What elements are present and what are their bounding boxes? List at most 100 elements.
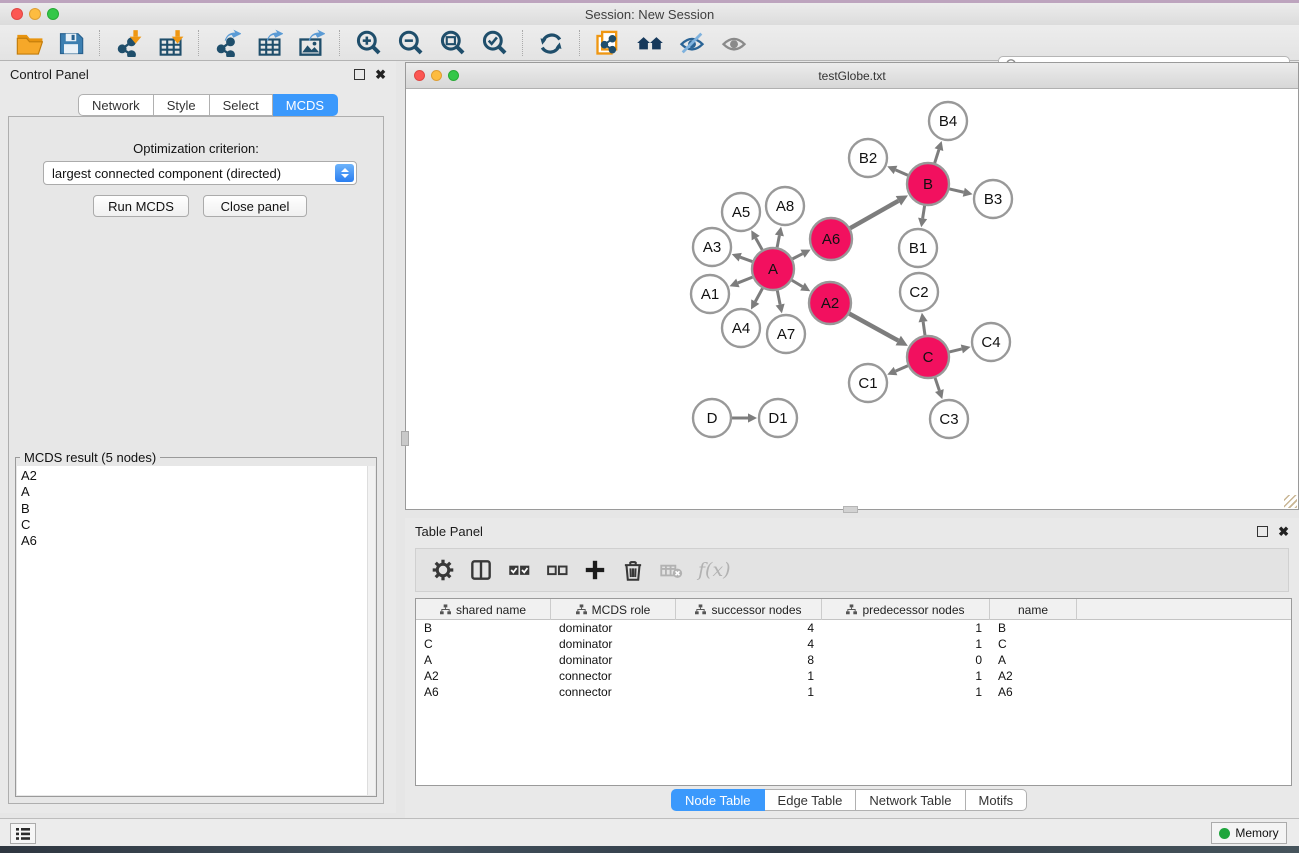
table-cell[interactable]: A6 bbox=[990, 685, 1077, 699]
delete-table-button[interactable] bbox=[654, 554, 688, 586]
table-cell[interactable]: dominator bbox=[551, 653, 676, 667]
tab-network[interactable]: Network bbox=[78, 94, 154, 116]
network-vertical-scroll-thumb[interactable] bbox=[401, 431, 409, 446]
float-panel-icon[interactable] bbox=[354, 69, 365, 80]
graph-node-B1[interactable]: B1 bbox=[899, 229, 937, 267]
zoom-selected-button[interactable] bbox=[478, 28, 510, 58]
zoom-in-button[interactable] bbox=[352, 28, 384, 58]
edge-A-A6[interactable] bbox=[793, 254, 803, 259]
table-row[interactable]: A2connector11A2 bbox=[416, 668, 1291, 684]
open-session-button[interactable] bbox=[13, 28, 45, 58]
refresh-layout-button[interactable] bbox=[535, 28, 567, 58]
table-cell[interactable]: 4 bbox=[676, 621, 822, 635]
run-mcds-button[interactable]: Run MCDS bbox=[93, 195, 189, 217]
tab-style[interactable]: Style bbox=[154, 94, 210, 116]
graph-node-C4[interactable]: C4 bbox=[972, 323, 1010, 361]
edge-B-B2[interactable] bbox=[896, 170, 908, 175]
edge-A-A8[interactable] bbox=[777, 235, 779, 247]
column-header-name[interactable]: name bbox=[990, 599, 1077, 620]
table-cell[interactable]: dominator bbox=[551, 621, 676, 635]
tab-node-table[interactable]: Node Table bbox=[671, 789, 765, 811]
hide-selected-button[interactable] bbox=[676, 28, 708, 58]
table-cell[interactable]: B bbox=[416, 621, 551, 635]
graph-node-B2[interactable]: B2 bbox=[849, 139, 887, 177]
hide-all-columns-button[interactable] bbox=[540, 554, 574, 586]
optimization-criterion-select[interactable]: largest connected component (directed) bbox=[43, 161, 357, 185]
first-neighbors-button[interactable] bbox=[634, 28, 666, 58]
zoom-fit-button[interactable] bbox=[436, 28, 468, 58]
edge-C-C3[interactable] bbox=[935, 378, 939, 391]
table-cell[interactable]: 1 bbox=[822, 637, 990, 651]
tab-motifs[interactable]: Motifs bbox=[966, 789, 1028, 811]
edge-A6-B[interactable] bbox=[850, 201, 898, 228]
graph-node-C1[interactable]: C1 bbox=[849, 364, 887, 402]
table-cell[interactable]: C bbox=[416, 637, 551, 651]
table-cell[interactable]: A6 bbox=[416, 685, 551, 699]
graph-node-B[interactable]: B bbox=[907, 163, 949, 205]
table-cell[interactable]: 0 bbox=[822, 653, 990, 667]
table-row[interactable]: Cdominator41C bbox=[416, 636, 1291, 652]
tab-edge-table[interactable]: Edge Table bbox=[765, 789, 857, 811]
network-resize-grip[interactable] bbox=[1284, 495, 1297, 508]
table-cell[interactable]: 4 bbox=[676, 637, 822, 651]
graph-node-B3[interactable]: B3 bbox=[974, 180, 1012, 218]
graph-node-C[interactable]: C bbox=[907, 336, 949, 378]
edge-B-B4[interactable] bbox=[935, 150, 939, 163]
mcds-result-item[interactable]: A bbox=[21, 484, 367, 500]
mcds-result-item[interactable]: A6 bbox=[21, 533, 367, 549]
edge-C-C2[interactable] bbox=[923, 322, 925, 335]
tab-mcds[interactable]: MCDS bbox=[273, 94, 338, 116]
table-cell[interactable]: A bbox=[416, 653, 551, 667]
import-network-button[interactable] bbox=[112, 28, 144, 58]
graph-node-C3[interactable]: C3 bbox=[930, 400, 968, 438]
graph-node-A8[interactable]: A8 bbox=[766, 187, 804, 225]
function-builder-button[interactable]: f(x) bbox=[698, 559, 731, 581]
column-header-MCDS-role[interactable]: MCDS role bbox=[551, 599, 676, 620]
network-horizontal-scroll-thumb[interactable] bbox=[843, 506, 858, 513]
graph-node-D[interactable]: D bbox=[693, 399, 731, 437]
table-cell[interactable]: connector bbox=[551, 669, 676, 683]
settings-gear-button[interactable] bbox=[426, 554, 460, 586]
graph-node-A5[interactable]: A5 bbox=[722, 193, 760, 231]
column-header-shared-name[interactable]: shared name bbox=[416, 599, 551, 620]
table-cell[interactable]: 8 bbox=[676, 653, 822, 667]
graph-node-C2[interactable]: C2 bbox=[900, 273, 938, 311]
table-cell[interactable]: 1 bbox=[822, 621, 990, 635]
edge-A2-C[interactable] bbox=[849, 314, 898, 341]
table-cell[interactable]: B bbox=[990, 621, 1077, 635]
close-panel-button[interactable]: Close panel bbox=[203, 195, 307, 217]
table-row[interactable]: Adominator80A bbox=[416, 652, 1291, 668]
new-network-from-selection-button[interactable] bbox=[592, 28, 624, 58]
table-cell[interactable]: 1 bbox=[676, 669, 822, 683]
export-table-button[interactable] bbox=[253, 28, 285, 58]
table-cell[interactable]: A2 bbox=[990, 669, 1077, 683]
edge-C-C4[interactable] bbox=[949, 349, 961, 352]
table-float-panel-icon[interactable] bbox=[1257, 526, 1268, 537]
graph-node-B4[interactable]: B4 bbox=[929, 102, 967, 140]
memory-button[interactable]: Memory bbox=[1211, 822, 1287, 844]
graph-node-A1[interactable]: A1 bbox=[691, 275, 729, 313]
export-network-button[interactable] bbox=[211, 28, 243, 58]
table-row[interactable]: Bdominator41B bbox=[416, 620, 1291, 636]
edge-A-A2[interactable] bbox=[792, 280, 803, 286]
network-graph-canvas[interactable]: B4B2BB3A8A5A6A3B1AC2A1A2A4A7C4CC1C3DD1 bbox=[406, 89, 1298, 509]
table-cell[interactable]: dominator bbox=[551, 637, 676, 651]
table-row[interactable]: A6connector11A6 bbox=[416, 684, 1291, 700]
import-table-button[interactable] bbox=[154, 28, 186, 58]
table-cell[interactable]: C bbox=[990, 637, 1077, 651]
edge-A-A1[interactable] bbox=[738, 277, 753, 283]
mcds-result-item[interactable]: C bbox=[21, 517, 367, 533]
table-cell[interactable]: A2 bbox=[416, 669, 551, 683]
mcds-result-item[interactable]: B bbox=[21, 501, 367, 517]
mcds-result-item[interactable]: A2 bbox=[21, 468, 367, 484]
delete-columns-button[interactable] bbox=[616, 554, 650, 586]
export-image-button[interactable] bbox=[295, 28, 327, 58]
edge-A-A7[interactable] bbox=[777, 291, 780, 305]
zoom-out-button[interactable] bbox=[394, 28, 426, 58]
graph-node-A[interactable]: A bbox=[752, 248, 794, 290]
edge-A-A5[interactable] bbox=[756, 238, 763, 250]
table-cell[interactable]: 1 bbox=[822, 669, 990, 683]
edge-B-B1[interactable] bbox=[923, 206, 925, 219]
mcds-result-list[interactable]: A2ABCA6 bbox=[17, 466, 367, 795]
graph-node-D1[interactable]: D1 bbox=[759, 399, 797, 437]
